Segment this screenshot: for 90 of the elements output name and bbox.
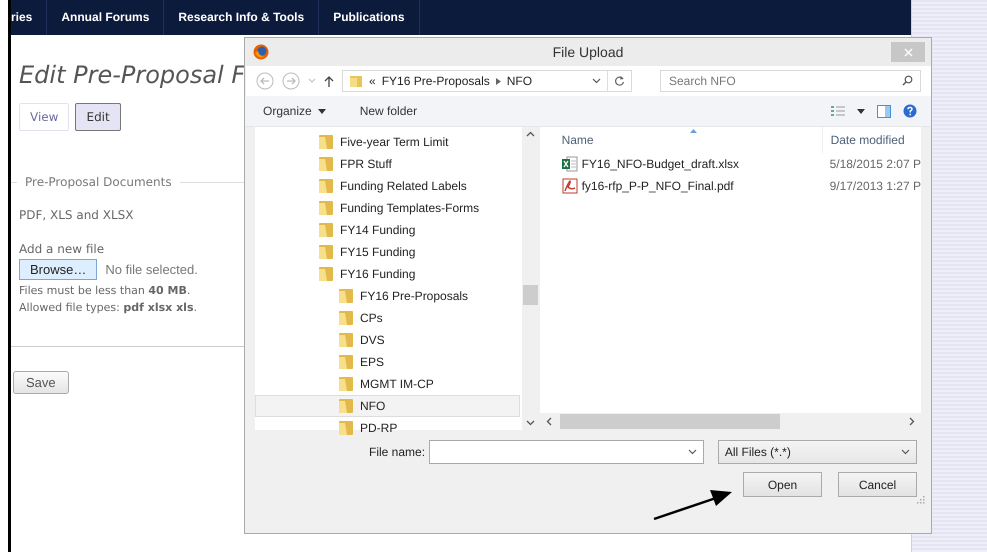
close-icon xyxy=(904,48,912,56)
back-icon[interactable] xyxy=(256,72,274,90)
sort-arrow-icon xyxy=(690,129,697,133)
folder-tree-item[interactable]: MGMT IM-CP xyxy=(255,373,520,395)
scroll-thumb[interactable] xyxy=(522,285,538,305)
folder-icon xyxy=(318,134,334,150)
nav-link[interactable]: ries xyxy=(11,0,48,35)
fieldset-legend: Pre-Proposal Documents xyxy=(17,175,180,189)
browser-logo-icon xyxy=(253,44,269,60)
caret-icon[interactable] xyxy=(592,78,601,84)
column-header[interactable]: Date modified xyxy=(822,127,921,153)
file-type-select[interactable]: All Files (*.*) xyxy=(718,440,917,464)
list-view-icon[interactable] xyxy=(831,105,845,117)
dialog-button[interactable]: Open xyxy=(743,472,822,497)
folder-tree-item[interactable]: FPR Stuff xyxy=(255,153,520,175)
folder-icon xyxy=(318,178,334,194)
tab[interactable]: Edit xyxy=(75,103,121,131)
upload-label: Add a new file xyxy=(19,242,104,256)
save-button[interactable]: Save xyxy=(13,371,69,394)
pdf-file-icon xyxy=(562,178,578,194)
folder-tree-item[interactable]: FY16 Pre-Proposals xyxy=(255,285,520,307)
path-segment[interactable]: FY16 Pre-Proposals xyxy=(382,74,490,88)
folder-icon xyxy=(338,310,354,326)
file-status: No file selected. xyxy=(105,262,198,277)
chevron-icon xyxy=(496,78,501,84)
refresh-icon[interactable] xyxy=(614,75,625,87)
search-icon xyxy=(902,75,913,86)
folder-tree-item[interactable]: DVS xyxy=(255,329,520,351)
folder-tree-item[interactable]: FY15 Funding xyxy=(255,241,520,263)
browse-button[interactable]: Browse… xyxy=(19,259,98,280)
caret-icon[interactable] xyxy=(688,449,697,455)
folder-icon xyxy=(338,376,354,392)
folder-tree-item[interactable]: EPS xyxy=(255,351,520,373)
folder-icon xyxy=(338,398,354,414)
file-date: 9/17/2013 1:27 P xyxy=(830,179,921,193)
caret-icon xyxy=(901,449,910,455)
folder-icon xyxy=(338,420,354,436)
tab[interactable]: View xyxy=(19,103,70,131)
folder-icon xyxy=(318,244,334,260)
nav-link[interactable]: Annual Forums xyxy=(47,0,164,35)
file-item[interactable]: FY16_NFO-Budget_draft.xlsx xyxy=(562,156,830,172)
file-item[interactable]: fy16-rfp_P-P_NFO_Final.pdf xyxy=(562,178,830,194)
scroll-right-icon[interactable] xyxy=(909,417,915,426)
path-prefix: « xyxy=(369,74,376,88)
scroll-left-icon[interactable] xyxy=(546,417,552,426)
scroll-thumb[interactable] xyxy=(560,414,780,429)
description-text: PDF, XLS and XLSX xyxy=(19,208,134,222)
file-date: 5/18/2015 2:07 P xyxy=(830,157,921,171)
help-text: Files must be less than 40 MB. xyxy=(19,284,190,297)
caret-icon xyxy=(318,108,326,114)
folder-icon xyxy=(338,354,354,370)
resize-grip-icon[interactable] xyxy=(917,496,925,504)
search-field[interactable]: Search NFO xyxy=(660,70,921,92)
spreadsheet-file-icon xyxy=(562,156,578,172)
column-header[interactable]: Name xyxy=(562,133,822,147)
folder-tree-item[interactable]: NFO xyxy=(255,395,520,417)
file-name-field[interactable] xyxy=(429,440,704,464)
address-field[interactable]: « FY16 Pre-Proposals NFO xyxy=(342,70,632,92)
path-segment[interactable]: NFO xyxy=(506,74,532,88)
folder-icon xyxy=(318,222,334,238)
file-name-label: File name: xyxy=(369,445,426,459)
folder-icon xyxy=(318,266,334,282)
nav-link[interactable]: Research Info & Tools xyxy=(164,0,320,35)
folder-tree-item[interactable]: PD-RP xyxy=(255,417,520,439)
nav-link[interactable]: Publications xyxy=(319,0,420,35)
organize-menu[interactable]: Organize xyxy=(259,102,330,120)
folder-icon xyxy=(318,200,334,216)
page-title: Edit Pre-Proposal F xyxy=(19,61,246,89)
caret-icon[interactable] xyxy=(857,108,865,114)
help-icon[interactable] xyxy=(903,104,917,118)
folder-icon xyxy=(318,156,334,172)
help-text: Allowed file types: pdf xlsx xls. xyxy=(19,301,197,314)
folder-tree-item[interactable]: CPs xyxy=(255,307,520,329)
up-arrow-icon[interactable] xyxy=(324,74,334,88)
scrollbar[interactable] xyxy=(522,127,539,430)
folder-icon xyxy=(338,332,354,348)
forward-icon[interactable] xyxy=(282,72,300,90)
scroll-up-icon[interactable] xyxy=(526,131,535,137)
folder-tree-item[interactable]: FY14 Funding xyxy=(255,219,520,241)
new-folder-button[interactable]: New folder xyxy=(356,102,422,120)
preview-pane-icon[interactable] xyxy=(877,104,891,118)
dialog-title: File Upload xyxy=(552,44,624,60)
folder-icon xyxy=(338,288,354,304)
folder-tree-item[interactable]: Five-year Term Limit xyxy=(255,131,520,153)
folder-icon xyxy=(349,74,363,88)
folder-tree-item[interactable]: Funding Templates-Forms xyxy=(255,197,520,219)
folder-tree-item[interactable]: Funding Related Labels xyxy=(255,175,520,197)
scroll-down-icon[interactable] xyxy=(526,420,535,426)
folder-tree-item[interactable]: FY16 Funding xyxy=(255,263,520,285)
dialog-button[interactable]: Cancel xyxy=(838,472,917,497)
